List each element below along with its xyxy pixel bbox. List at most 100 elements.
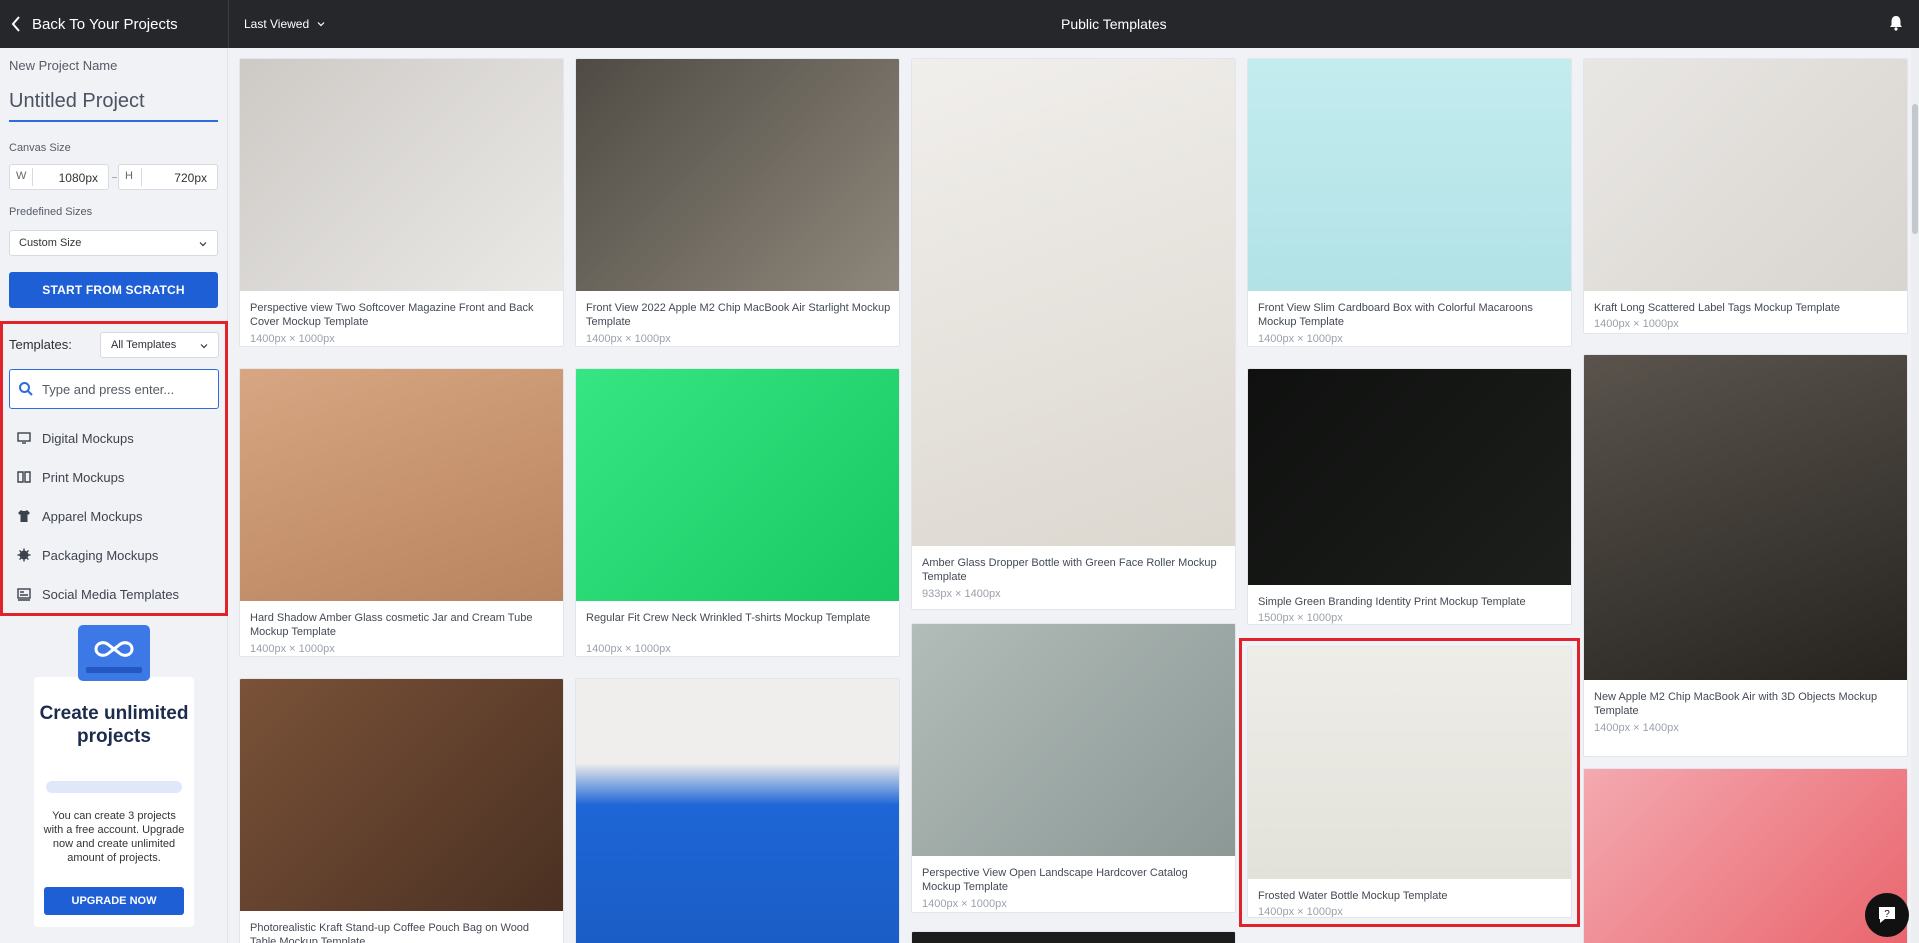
template-thumbnail	[1584, 59, 1907, 291]
template-size: 933px × 1400px	[922, 588, 1001, 600]
template-card[interactable]: Perspective View Open Landscape Hardcove…	[911, 623, 1236, 913]
package-icon	[17, 548, 31, 562]
templates-panel: Templates: All Templates Digital Mockups…	[0, 321, 228, 616]
book-icon	[17, 471, 31, 483]
template-size: 1400px × 1000px	[586, 643, 671, 655]
template-size: 1400px × 1000px	[1594, 318, 1679, 330]
promo-title: Create unlimited projects	[39, 703, 189, 747]
predefined-sizes-select[interactable]: Custom Size	[9, 230, 218, 256]
template-search	[9, 369, 219, 409]
width-key: W	[16, 170, 27, 182]
promo-text: You can create 3 projects with a free ac…	[43, 810, 185, 864]
divider	[141, 168, 142, 186]
chevron-down-icon	[199, 242, 207, 247]
template-title: Perspective view Two Softcover Magazine …	[250, 302, 534, 328]
chat-icon: ?	[1879, 907, 1895, 923]
template-card[interactable]	[911, 931, 1236, 943]
template-title: Amber Glass Dropper Bottle with Green Fa…	[922, 557, 1217, 583]
template-size: 1400px × 1000px	[922, 898, 1007, 910]
template-thumbnail	[1584, 769, 1907, 943]
template-card[interactable]	[575, 678, 900, 943]
divider	[32, 168, 33, 186]
template-card[interactable]: Photorealistic Kraft Stand-up Coffee Pou…	[239, 678, 564, 943]
divider	[228, 0, 229, 48]
back-to-projects-button[interactable]: Back To Your Projects	[10, 0, 178, 48]
template-size: 1500px × 1000px	[1258, 612, 1343, 624]
divider	[112, 177, 117, 178]
canvas-size-label: Canvas Size	[9, 142, 71, 154]
template-size: 1400px × 1000px	[250, 643, 335, 655]
template-card[interactable]: Perspective view Two Softcover Magazine …	[239, 58, 564, 347]
chevron-down-icon	[200, 344, 208, 349]
category-packaging-mockups[interactable]: Packaging Mockups	[17, 545, 158, 565]
template-thumbnail	[1248, 59, 1571, 291]
template-card[interactable]	[1583, 768, 1908, 943]
template-title: Perspective View Open Landscape Hardcove…	[922, 867, 1188, 893]
template-title: New Apple M2 Chip MacBook Air with 3D Ob…	[1594, 691, 1878, 717]
category-social-media-templates[interactable]: Social Media Templates	[17, 584, 179, 604]
scrollbar[interactable]	[1911, 48, 1919, 943]
search-icon	[19, 382, 33, 396]
selection-highlight	[1239, 638, 1580, 927]
template-size: 1400px × 1000px	[1258, 333, 1343, 345]
category-label: Apparel Mockups	[42, 508, 143, 524]
template-title: Front View 2022 Apple M2 Chip MacBook Ai…	[586, 302, 891, 328]
category-label: Print Mockups	[42, 469, 125, 485]
template-thumbnail	[240, 679, 563, 911]
templates-filter-select[interactable]: All Templates	[100, 332, 219, 358]
template-title: Hard Shadow Amber Glass cosmetic Jar and…	[250, 612, 533, 638]
template-thumbnail	[240, 59, 563, 291]
category-label: Digital Mockups	[42, 430, 134, 446]
project-name-label: New Project Name	[9, 58, 118, 73]
width-field[interactable]: W 1080px	[9, 164, 109, 190]
template-title: Front View Slim Cardboard Box with Color…	[1258, 302, 1533, 328]
template-card[interactable]: New Apple M2 Chip MacBook Air with 3D Ob…	[1583, 354, 1908, 757]
search-input[interactable]	[42, 379, 212, 399]
start-from-scratch-button[interactable]: START FROM SCRATCH	[9, 272, 218, 308]
project-name-input[interactable]: Untitled Project	[9, 90, 218, 122]
template-title: Kraft Long Scattered Label Tags Mockup T…	[1594, 302, 1841, 314]
template-thumbnail	[912, 624, 1235, 856]
upgrade-now-button[interactable]: UPGRADE NOW	[44, 887, 184, 915]
template-thumbnail	[576, 679, 899, 943]
sort-dropdown[interactable]: Last Viewed	[244, 0, 325, 48]
height-field[interactable]: H 720px	[118, 164, 218, 190]
bell-icon[interactable]	[1887, 14, 1905, 32]
template-card[interactable]: Front View Slim Cardboard Box with Color…	[1247, 58, 1572, 347]
template-size: 1400px × 1400px	[1594, 722, 1679, 734]
category-apparel-mockups[interactable]: Apparel Mockups	[17, 506, 142, 526]
upgrade-promo: Create unlimited projects You can create…	[34, 677, 194, 927]
template-thumbnail	[240, 369, 563, 601]
template-title: Regular Fit Crew Neck Wrinkled T-shirts …	[586, 612, 871, 624]
shirt-icon	[18, 510, 30, 522]
category-digital-mockups[interactable]: Digital Mockups	[17, 428, 134, 448]
chat-button[interactable]: ?	[1865, 893, 1909, 937]
template-size: 1400px × 1000px	[250, 333, 335, 345]
svg-text:?: ?	[1884, 909, 1890, 920]
template-thumbnail	[912, 932, 1235, 943]
template-title: Photorealistic Kraft Stand-up Coffee Pou…	[250, 922, 530, 943]
category-label: Packaging Mockups	[42, 547, 159, 563]
back-label: Back To Your Projects	[32, 15, 178, 33]
sort-label: Last Viewed	[244, 17, 310, 31]
category-label: Social Media Templates	[42, 586, 180, 602]
template-thumbnail	[576, 369, 899, 601]
chevron-down-icon	[317, 22, 325, 27]
template-card[interactable]: Hard Shadow Amber Glass cosmetic Jar and…	[239, 368, 564, 657]
predefined-sizes-label: Predefined Sizes	[9, 206, 93, 218]
template-card[interactable]: Amber Glass Dropper Bottle with Green Fa…	[911, 58, 1236, 610]
category-print-mockups[interactable]: Print Mockups	[17, 467, 124, 487]
template-card[interactable]: Kraft Long Scattered Label Tags Mockup T…	[1583, 58, 1908, 334]
top-bar: Back To Your Projects Last Viewed Public…	[0, 0, 1919, 48]
promo-progress-bar	[46, 781, 182, 793]
template-card[interactable]: Regular Fit Crew Neck Wrinkled T-shirts …	[575, 368, 900, 657]
chevron-left-icon	[11, 16, 20, 32]
template-thumbnail	[1248, 369, 1571, 585]
template-card[interactable]: Front View 2022 Apple M2 Chip MacBook Ai…	[575, 58, 900, 347]
template-card[interactable]: Simple Green Branding Identity Print Moc…	[1247, 368, 1572, 625]
template-title: Simple Green Branding Identity Print Moc…	[1258, 596, 1526, 608]
templates-label: Templates:	[9, 337, 72, 352]
template-thumbnail	[1584, 355, 1907, 680]
scrollbar-thumb[interactable]	[1912, 104, 1918, 234]
social-icon	[17, 588, 31, 601]
